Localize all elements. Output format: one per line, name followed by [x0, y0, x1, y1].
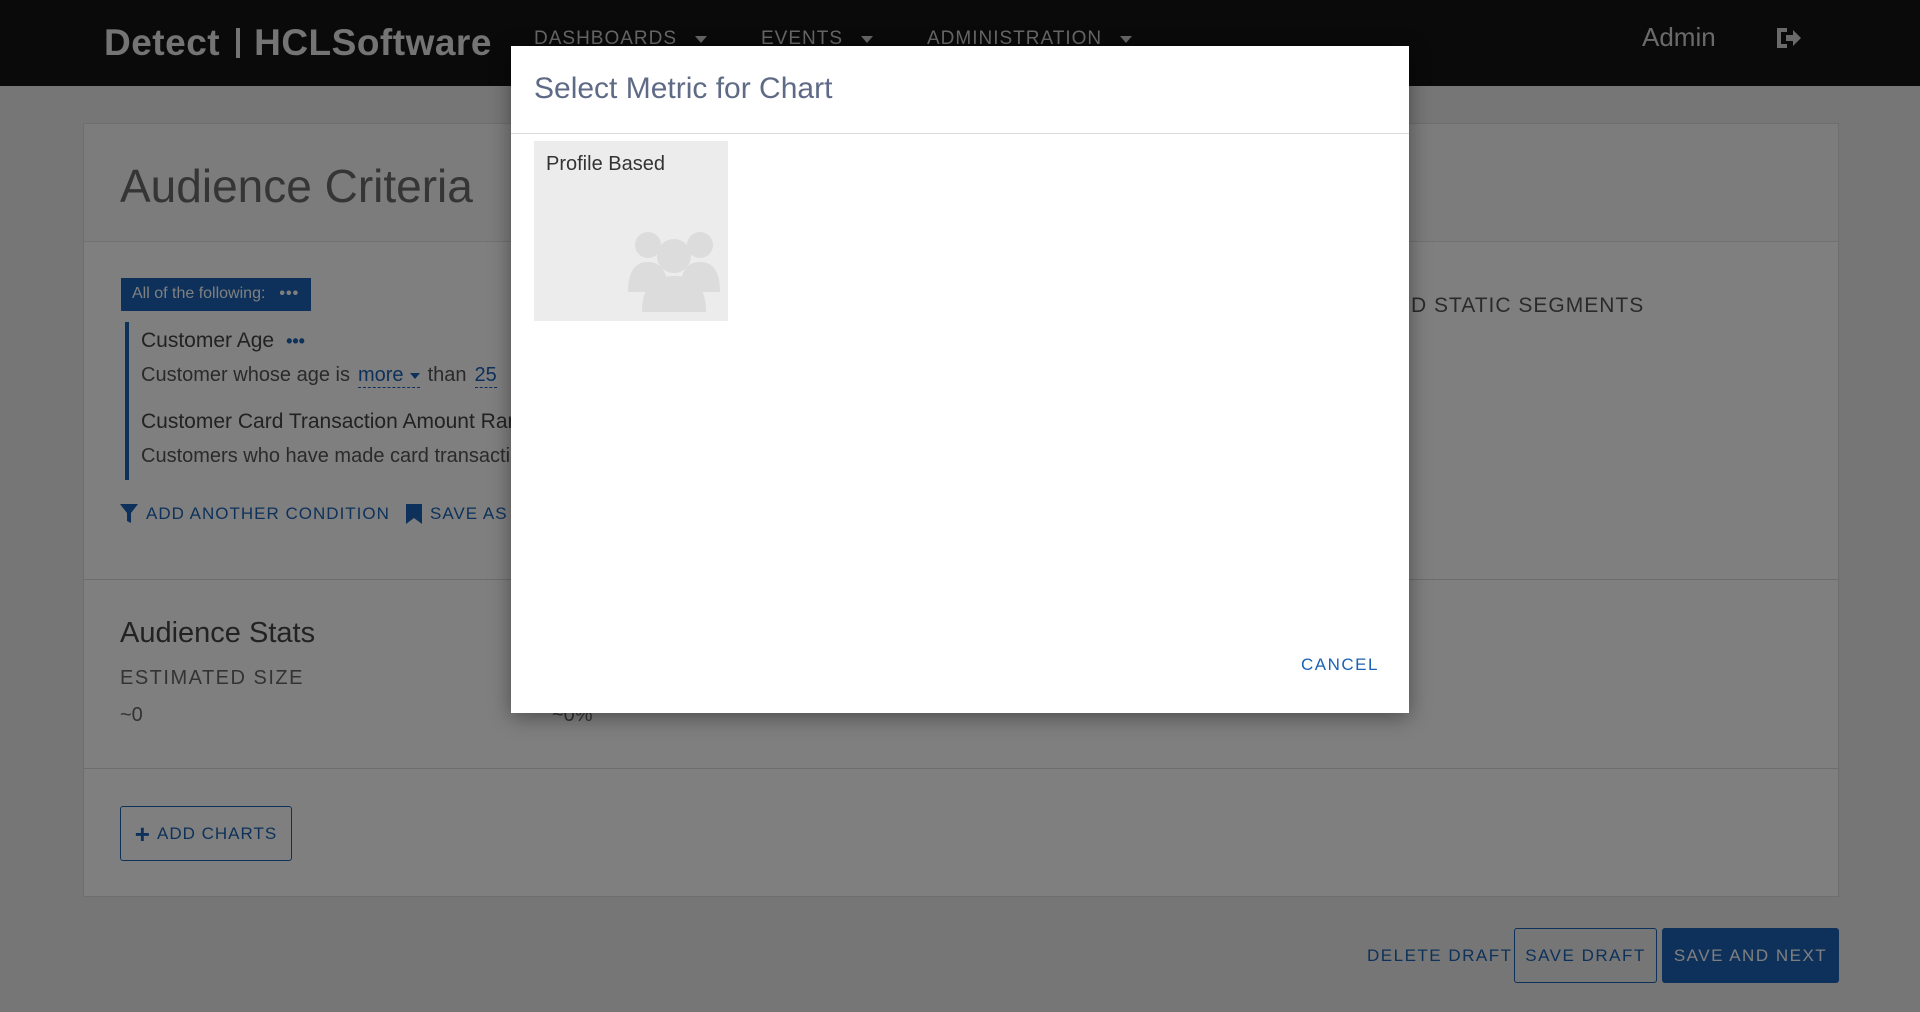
- metric-tile-profile-based[interactable]: Profile Based: [534, 141, 728, 321]
- modal-divider: [511, 133, 1409, 134]
- cancel-button[interactable]: CANCEL: [1301, 655, 1379, 675]
- users-group-icon: [628, 232, 720, 312]
- metric-tile-label: Profile Based: [546, 153, 665, 175]
- select-metric-modal: Select Metric for Chart Profile Based CA…: [511, 46, 1409, 713]
- modal-title: Select Metric for Chart: [534, 72, 833, 105]
